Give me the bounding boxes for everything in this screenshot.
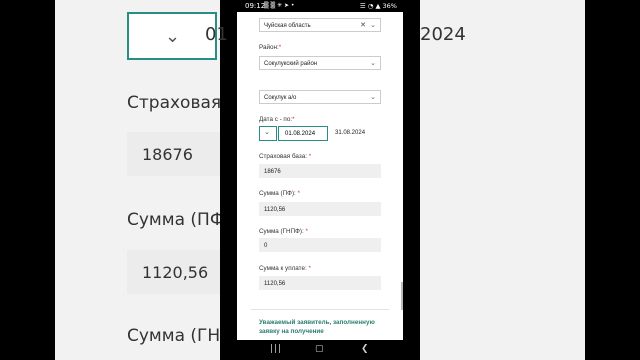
form-content: Чуйская область ✕ ⌄ Район:* Сокулукский … [237, 12, 403, 340]
bg-date-mode-box: ⌄ [127, 12, 217, 60]
sum-pf-field[interactable]: 1120,56 [259, 202, 381, 216]
chevron-down-icon: ⌄ [370, 94, 376, 101]
status-time: 09:12 [245, 2, 266, 10]
district-label: Район:* [259, 44, 282, 51]
back-icon[interactable]: ❮ [361, 344, 369, 354]
background-zoom-left: ⌄ Страховая 18676 Сумма (ПФ 1120,56 Сумм… [55, 0, 220, 360]
bg-insurance-value: 18676 [142, 145, 193, 164]
bg-chevron-down-icon: ⌄ [165, 26, 181, 47]
home-icon[interactable]: ▢ [315, 344, 324, 354]
chevron-down-icon: ⌄ [370, 60, 376, 67]
insurance-base-label: Страховая база: * [259, 153, 312, 160]
bg-insurance-label: Страховая [127, 93, 220, 113]
recent-apps-icon[interactable]: ||| [270, 344, 282, 354]
sum-payable-label: Сумма к уплате: * [259, 265, 311, 272]
clear-icon[interactable]: ✕ [360, 21, 366, 29]
district-select[interactable]: Сокулукский район ⌄ [259, 56, 381, 70]
aimak-value: Сокулук а/о [264, 94, 297, 101]
bg-date-fragment-left: 01 [205, 24, 228, 45]
sum-pf-label: Сумма (ПФ): * [259, 190, 300, 197]
bg-sum-pf-field: 1120,56 [127, 250, 220, 294]
system-status-icons: ☰ ◔ ▲ 36% [359, 2, 397, 10]
dates-label: Дата с - по:* [259, 116, 295, 123]
bg-date-fragment: 2024 [420, 24, 466, 45]
chevron-down-icon: ⌄ [370, 22, 376, 29]
chevron-down-icon: ⌄ [264, 129, 270, 136]
scrollbar[interactable] [401, 282, 403, 310]
bg-sum-gnpf-label: Сумма (ГН [127, 326, 220, 346]
date-from-input[interactable]: 01.08.2024 [278, 126, 328, 141]
bg-insurance-field: 18676 [127, 132, 220, 176]
bg-sum-pf-value: 1120,56 [142, 263, 209, 282]
insurance-base-field[interactable]: 18676 [259, 164, 381, 178]
sum-gnpf-label: Сумма (ГНПФ): * [259, 228, 308, 235]
notification-icons: ▒ ▒ ✳ ➤ • [264, 2, 295, 9]
date-range: ⌄ 01.08.2024 31.08.2024 [259, 126, 381, 141]
status-bar: 09:12 ▒ ▒ ✳ ➤ • ☰ ◔ ▲ 36% [237, 0, 403, 12]
background-zoom-right: 2024 [420, 0, 585, 360]
video-frame: ⌄ Страховая 18676 Сумма (ПФ 1120,56 Сумм… [0, 0, 640, 360]
sum-payable-field[interactable]: 1120,56 [259, 276, 381, 290]
bg-sum-pf-label: Сумма (ПФ [127, 210, 220, 230]
android-nav-bar: ||| ▢ ❮ [237, 340, 403, 360]
sum-gnpf-field[interactable]: 0 [259, 238, 381, 252]
divider [251, 309, 389, 310]
phone-screen: 09:12 ▒ ▒ ✳ ➤ • ☰ ◔ ▲ 36% Чуйская област… [237, 0, 403, 360]
region-select[interactable]: Чуйская область ✕ ⌄ [259, 18, 381, 32]
aimak-select[interactable]: Сокулук а/о ⌄ [259, 90, 381, 104]
region-value: Чуйская область [264, 22, 311, 29]
notice-text: Уважаемый заявитель, заполненную заявку … [259, 319, 375, 335]
date-mode-dropdown[interactable]: ⌄ [259, 126, 277, 141]
date-to-input[interactable]: 31.08.2024 [331, 126, 381, 141]
district-value: Сокулукский район [264, 60, 318, 67]
